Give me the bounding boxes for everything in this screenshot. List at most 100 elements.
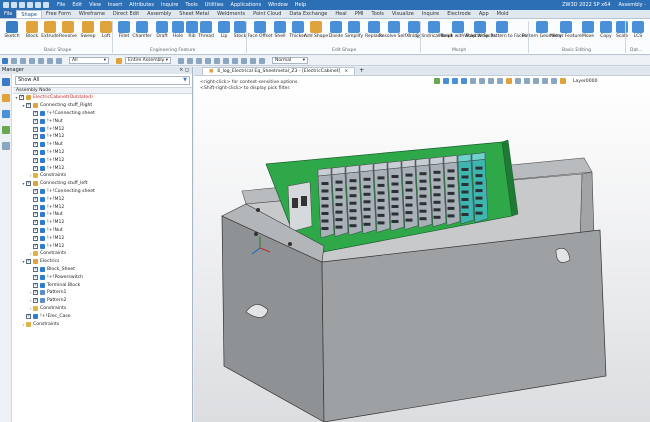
visibility-checkbox[interactable] [33, 282, 38, 288]
view-tab-icon[interactable] [2, 110, 10, 118]
ribbon-tab[interactable]: Point Cloud [249, 10, 285, 18]
visibility-checkbox[interactable] [33, 110, 38, 116]
ribbon-tab[interactable]: Inquire [418, 10, 443, 18]
tree-node[interactable]: !+!M12 [13, 164, 192, 172]
new-tab-button[interactable]: + [359, 67, 364, 75]
new-file-icon[interactable] [11, 2, 17, 8]
section-icon[interactable] [205, 57, 211, 64]
tree-node[interactable]: ▾ElectricCabinet(Outdated) [13, 94, 192, 102]
layer-tab-icon[interactable] [2, 126, 10, 134]
ribbon-tab[interactable]: Wireframe [75, 10, 109, 18]
ribbon-button[interactable]: Loft [96, 21, 116, 39]
ribbon-tab[interactable]: Visualize [388, 10, 418, 18]
display-icon[interactable] [232, 57, 238, 64]
assembly-scope-icon[interactable] [116, 57, 122, 64]
menu-item[interactable]: Tools [185, 2, 197, 8]
ribbon-tab[interactable]: Weldments [213, 10, 249, 18]
cabinet-model[interactable] [194, 76, 650, 422]
view-icon[interactable] [178, 57, 184, 64]
tree-node[interactable]: › Constraints [13, 320, 192, 328]
tree-node[interactable]: !+!M12 [13, 195, 192, 203]
menu-item[interactable]: Help [295, 2, 306, 8]
visibility-checkbox[interactable] [33, 196, 38, 202]
ribbon-tab[interactable]: Mold [493, 10, 513, 18]
ribbon-button[interactable]: Shell [270, 21, 290, 39]
assembly-scope-select[interactable]: Entire Assembly ▾ [125, 57, 171, 64]
visibility-checkbox[interactable] [33, 266, 38, 272]
tree-node[interactable]: !+!Connecting sheet [13, 188, 192, 196]
tree-node[interactable]: !+!Powerswitch [13, 273, 192, 281]
ribbon-button[interactable]: Thread [196, 21, 216, 39]
ribbon-button[interactable]: Simplify [344, 21, 364, 39]
close-icon[interactable]: × ◻ [179, 67, 192, 74]
tree-node[interactable]: !+!Elec_Case [13, 312, 192, 320]
ribbon-tab[interactable]: App [475, 10, 493, 18]
attributes-icon[interactable] [241, 57, 247, 64]
visibility-checkbox[interactable] [33, 297, 38, 304]
open-file-icon[interactable] [19, 2, 25, 8]
3d-viewport[interactable]: <right-click> for context-sensitive opti… [194, 76, 650, 422]
tree-node[interactable]: !+!Nut [13, 227, 192, 235]
tree-node[interactable]: ›Pattern2 [13, 297, 192, 305]
ribbon-tab[interactable]: Assembly [143, 10, 175, 18]
ribbon-button[interactable]: Sweep [78, 21, 98, 39]
select-icon[interactable] [2, 57, 8, 64]
history-tab-icon[interactable] [2, 78, 10, 86]
grid-icon[interactable] [56, 57, 62, 64]
tree-node[interactable]: Block_Sheet [13, 266, 192, 274]
visibility-checkbox[interactable] [33, 188, 38, 194]
menu-item[interactable]: Edit [72, 2, 82, 8]
visibility-checkbox[interactable] [33, 133, 38, 140]
tree-node[interactable]: ›Pattern1 [13, 289, 192, 297]
filter-icon[interactable] [11, 57, 17, 64]
tree-node[interactable]: !+!M12 [13, 125, 192, 133]
ribbon-button[interactable]: Sketch [2, 21, 22, 39]
render-mode-icon[interactable] [187, 57, 193, 64]
menu-item[interactable]: Attributes [129, 2, 154, 8]
layer-icon[interactable] [38, 57, 44, 64]
visibility-checkbox[interactable] [33, 243, 38, 249]
tree-node[interactable]: !+!M12 [13, 149, 192, 157]
visibility-checkbox[interactable] [26, 180, 31, 187]
tree-node[interactable]: ▾Electrics [13, 258, 192, 266]
tree-node[interactable]: › Constraints [13, 172, 192, 180]
ribbon-tab[interactable]: Free Form [42, 10, 75, 18]
ribbon-button[interactable]: LCS [628, 21, 648, 39]
document-tab[interactable]: ■ 6_log_Electrical Eq_Sheetmetal_Z3 - [E… [202, 67, 356, 75]
visibility-checkbox[interactable] [33, 126, 38, 132]
visibility-checkbox[interactable] [33, 219, 38, 226]
visibility-checkbox[interactable] [26, 313, 31, 319]
tree-node[interactable]: › Constraints [13, 305, 192, 313]
quick-access-toolbar[interactable] [3, 2, 49, 8]
ribbon-tab[interactable]: Sheet Metal [175, 10, 213, 18]
redo-icon[interactable] [43, 2, 49, 8]
ribbon-button[interactable]: Revolve [58, 21, 78, 39]
menu-item[interactable]: Applications [231, 2, 262, 8]
visibility-checkbox[interactable] [33, 118, 38, 124]
light-icon[interactable] [223, 57, 229, 64]
tree-node[interactable]: ▾Connecting stuff_left [13, 180, 192, 188]
snap-icon[interactable] [47, 57, 53, 64]
menu-item[interactable]: View [89, 2, 101, 8]
tree-node[interactable]: Terminal Block [13, 281, 192, 289]
tree-node[interactable]: !+!M12 [13, 133, 192, 141]
close-tab-icon[interactable]: × [344, 68, 348, 75]
visibility-checkbox[interactable] [19, 94, 24, 101]
pick-icon[interactable] [20, 57, 26, 64]
ribbon-button[interactable]: Face Offset [247, 21, 273, 39]
material-icon[interactable] [259, 57, 265, 64]
menu-item[interactable]: File [57, 2, 65, 8]
ribbon-button[interactable]: Wrap Pattern to Faces [477, 21, 527, 39]
ribbon-button[interactable]: Chamfer [132, 21, 152, 39]
color-icon[interactable] [250, 57, 256, 64]
tree-node[interactable]: ▾Connecting stuff_Right [13, 102, 192, 110]
properties-tab-icon[interactable] [2, 142, 10, 150]
menu-item[interactable]: Inquire [161, 2, 178, 8]
tree-node[interactable]: › Constraints [13, 250, 192, 258]
visibility-checkbox[interactable] [33, 235, 38, 241]
ribbon-tab[interactable]: Data Exchange [285, 10, 331, 18]
ribbon-button[interactable]: Divide [326, 21, 346, 39]
menu-item[interactable]: Utilities [205, 2, 224, 8]
render-style-select[interactable]: Normal ▾ [272, 57, 308, 64]
visibility-checkbox[interactable] [33, 141, 38, 148]
